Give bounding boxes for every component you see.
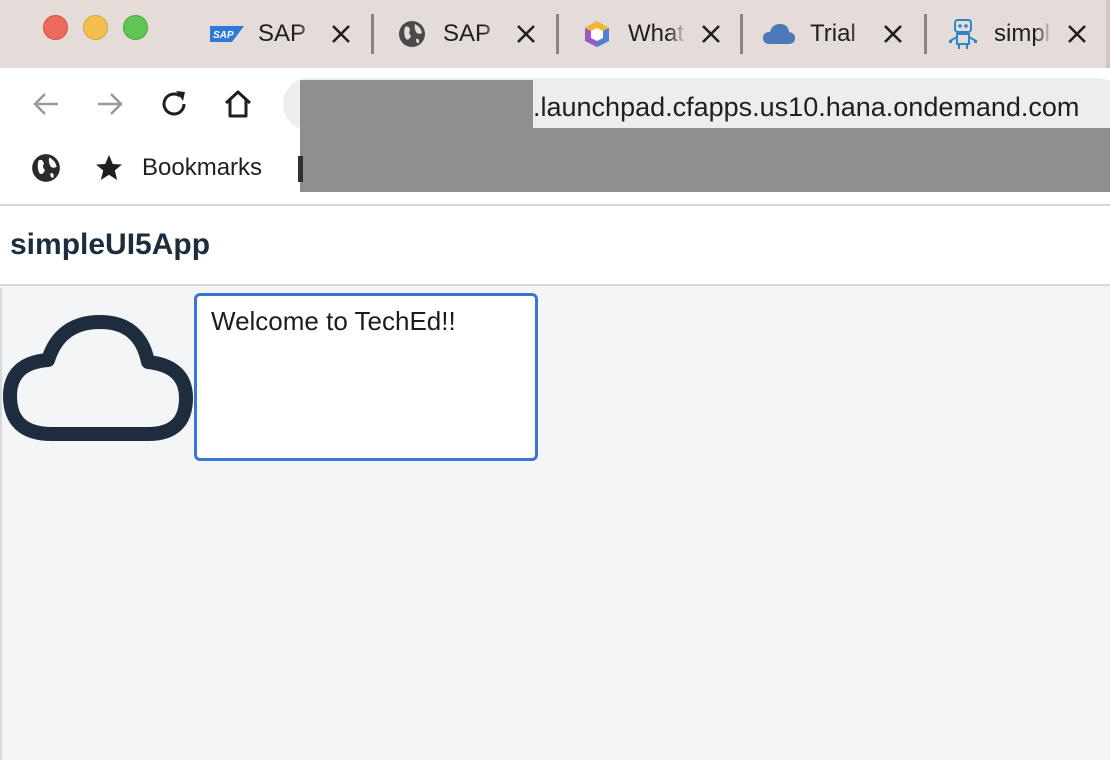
globe-icon[interactable] [30, 152, 62, 184]
url-text: .launchpad.cfapps.us10.hana.ondemand.com [533, 92, 1080, 122]
window-minimize-button[interactable] [83, 15, 108, 40]
tab-title: What [628, 20, 685, 47]
tab-trial[interactable]: Trial [762, 14, 908, 54]
tab-title: simpl [994, 20, 1051, 47]
arrow-right-icon [98, 93, 123, 115]
redacted-area [300, 80, 533, 128]
robot-icon [946, 17, 980, 51]
hexagon-logo-icon [580, 17, 614, 51]
tab-sap-1[interactable]: SAP SAP [210, 14, 356, 54]
arrow-left-icon [33, 93, 58, 115]
tab-separator [924, 14, 927, 54]
welcome-text: Welcome to TechEd!! [211, 306, 456, 336]
close-icon[interactable] [1062, 19, 1092, 49]
home-icon [224, 90, 252, 118]
cloud-icon [762, 17, 796, 51]
close-icon[interactable] [696, 19, 726, 49]
tab-strip: SAP SAP SAP What Trial simpl [0, 0, 1110, 68]
back-button[interactable] [26, 84, 66, 124]
redacted-area [300, 128, 1110, 192]
tab-title: Trial [810, 20, 856, 47]
close-icon[interactable] [878, 19, 908, 49]
reload-icon [162, 91, 186, 116]
star-icon [96, 155, 122, 180]
home-button[interactable] [218, 84, 258, 124]
bookmark-bar-edge [298, 156, 303, 182]
reload-button[interactable] [154, 84, 194, 124]
svg-text:SAP: SAP [213, 30, 234, 41]
close-icon[interactable] [326, 19, 356, 49]
tab-title: SAP [443, 20, 492, 47]
app-header: simpleUI5App [0, 206, 1110, 286]
tab-title: SAP [258, 20, 307, 47]
window-maximize-button[interactable] [123, 15, 148, 40]
bookmarks-button[interactable]: Bookmarks [94, 150, 262, 186]
globe-icon [395, 17, 429, 51]
forward-button[interactable] [90, 84, 130, 124]
cloud-icon [0, 308, 198, 448]
bookmarks-label: Bookmarks [142, 154, 263, 181]
tab-separator [371, 14, 374, 54]
welcome-text-area[interactable]: Welcome to TechEd!! [194, 293, 538, 461]
tab-separator [740, 14, 743, 54]
sap-logo-icon: SAP [210, 17, 244, 51]
browser-toolbar: .launchpad.cfapps.us10.hana.ondemand.com… [0, 68, 1110, 206]
tab-what[interactable]: What [580, 14, 726, 54]
tab-sap-2[interactable]: SAP [395, 14, 541, 54]
tab-separator [556, 14, 559, 54]
window-close-button[interactable] [43, 15, 68, 40]
page-title: simpleUI5App [10, 228, 211, 261]
tab-simpl[interactable]: simpl [946, 14, 1092, 54]
close-icon[interactable] [511, 19, 541, 49]
